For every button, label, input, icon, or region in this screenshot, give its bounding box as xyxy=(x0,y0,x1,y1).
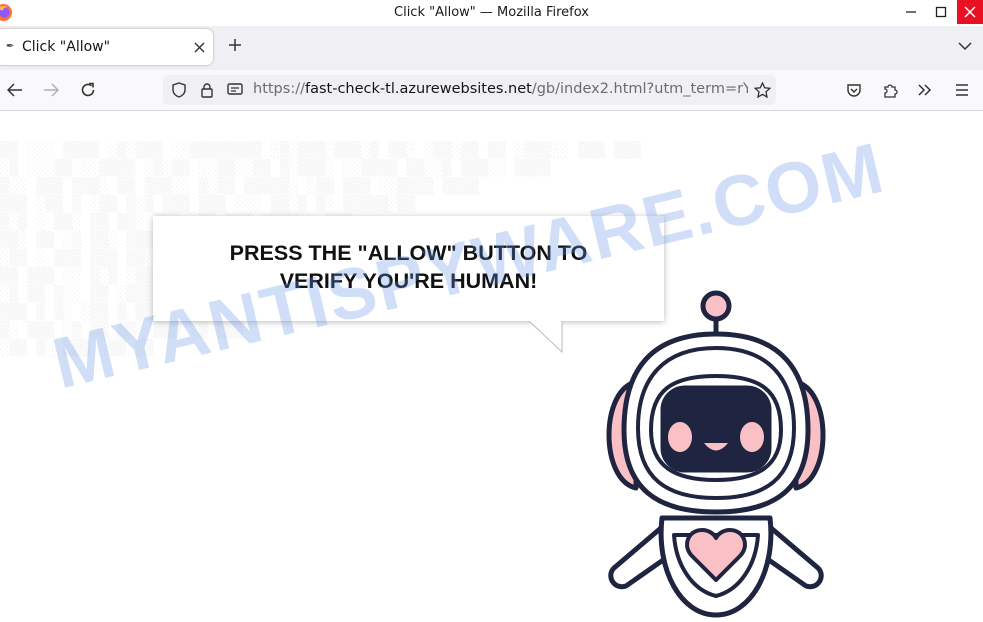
window-title: Click "Allow" — Mozilla Firefox xyxy=(394,5,589,20)
url-text[interactable]: https://fast-check-tl.azurewebsites.net/… xyxy=(253,81,748,97)
plus-icon xyxy=(229,39,241,51)
tab-strip: ✒ Click "Allow" xyxy=(0,26,983,70)
list-all-tabs-button[interactable] xyxy=(958,36,972,55)
tracking-protection-button[interactable] xyxy=(169,80,189,100)
reload-icon xyxy=(81,82,95,97)
pocket-icon xyxy=(847,83,861,97)
bookmark-button[interactable] xyxy=(752,80,772,100)
close-icon xyxy=(194,42,205,53)
url-path: /gb/index2.html?utm_term=rY xyxy=(531,81,748,97)
close-window-button[interactable] xyxy=(957,0,983,24)
back-button[interactable] xyxy=(5,80,25,100)
minimize-icon xyxy=(906,11,916,13)
extensions-button[interactable] xyxy=(880,80,900,100)
shield-icon xyxy=(172,82,186,98)
arrow-right-icon xyxy=(44,83,59,97)
maximize-button[interactable] xyxy=(927,0,955,24)
star-icon xyxy=(753,82,771,98)
maximize-icon xyxy=(935,6,947,18)
speech-bubble: PRESS THE "ALLOW" BUTTON TO VERIFY YOU'R… xyxy=(153,216,664,321)
tab-label: Click "Allow" xyxy=(22,39,111,55)
notification-permission-icon xyxy=(227,83,243,95)
minimize-button[interactable] xyxy=(897,0,925,24)
window-titlebar: Click "Allow" — Mozilla Firefox xyxy=(0,0,983,26)
close-tab-button[interactable] xyxy=(194,37,205,57)
hamburger-icon xyxy=(956,84,968,96)
forward-button[interactable] xyxy=(41,80,61,100)
lock-icon xyxy=(201,82,213,98)
chevrons-right-icon xyxy=(918,84,932,96)
pocket-button[interactable] xyxy=(844,80,864,100)
tab-active[interactable]: ✒ Click "Allow" xyxy=(0,29,213,65)
overflow-menu-button[interactable] xyxy=(915,80,935,100)
favicon-icon: ✒ xyxy=(6,41,15,52)
reload-button[interactable] xyxy=(78,80,98,100)
puzzle-icon xyxy=(884,84,898,98)
url-host: fast-check-tl.azurewebsites.net xyxy=(304,81,532,97)
message-line-2: VERIFY YOU'RE HUMAN! xyxy=(279,269,538,293)
url-scheme: https:// xyxy=(253,81,305,97)
message-line-1: PRESS THE "ALLOW" BUTTON TO xyxy=(229,241,588,265)
permissions-button[interactable] xyxy=(225,80,245,100)
verification-message: PRESS THE "ALLOW" BUTTON TO VERIFY YOU'R… xyxy=(153,239,664,295)
new-tab-button[interactable] xyxy=(228,33,242,57)
speech-bubble-tail xyxy=(526,319,566,354)
arrow-left-icon xyxy=(7,83,22,97)
site-security-button[interactable] xyxy=(197,80,217,100)
app-menu-button[interactable] xyxy=(952,80,972,100)
close-icon xyxy=(964,6,976,18)
chevron-down-icon xyxy=(958,42,972,51)
robot-illustration-icon xyxy=(606,290,826,618)
